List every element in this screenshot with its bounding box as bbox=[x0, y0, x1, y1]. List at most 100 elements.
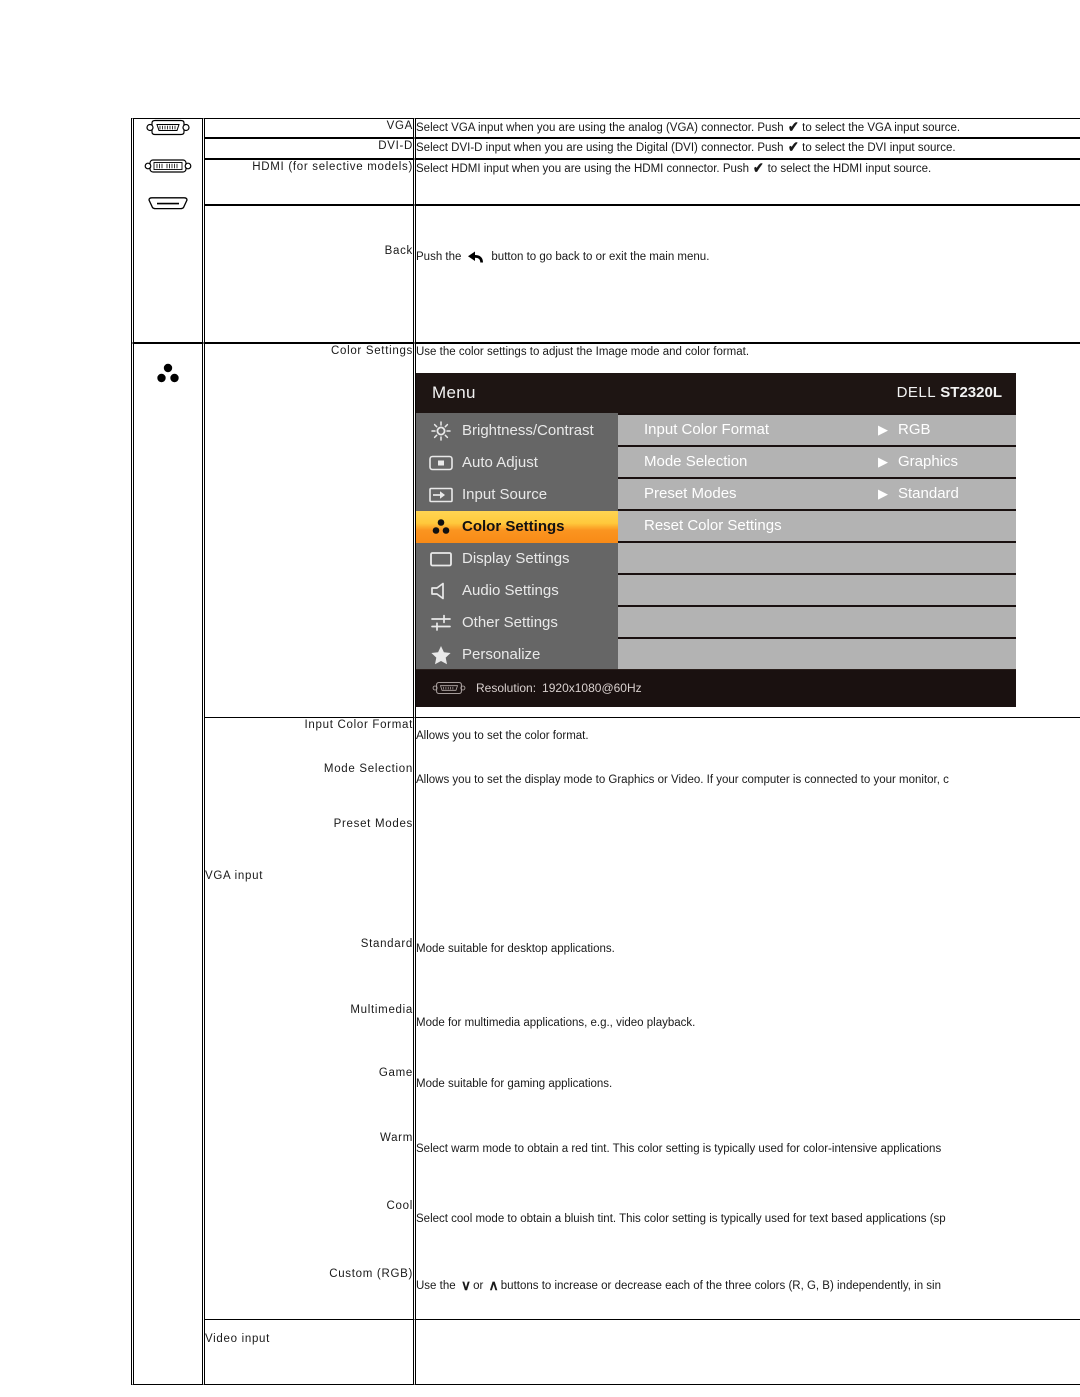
row-desc-vga: Select VGA input when you are using the … bbox=[416, 118, 1080, 139]
desc-text: buttons to increase or decrease each of … bbox=[500, 1279, 942, 1292]
osd-submenu-row-input-color-format[interactable]: Input Color Format ▶ RGB bbox=[618, 414, 1016, 445]
audio-settings-icon bbox=[428, 580, 454, 602]
row-label-back: Back bbox=[205, 204, 416, 343]
chevron-right-icon: ▶ bbox=[878, 486, 888, 501]
row-desc-hdmi: Select HDMI input when you are using the… bbox=[416, 158, 1080, 205]
osd-submenu-label: Preset Modes bbox=[644, 484, 737, 502]
osd-screenshot: Menu DELL ST2320L Brightness/Contrast Au… bbox=[416, 372, 1016, 707]
table-row: HDMI (for selective models) Select HDMI … bbox=[131, 158, 1080, 205]
table-row: DVI-D Select DVI-D input when you are us… bbox=[131, 138, 1080, 159]
hdmi-connector-icon bbox=[148, 197, 188, 210]
vga-connector-icon bbox=[146, 119, 190, 136]
osd-nav-list: Brightness/Contrast Auto Adjust Input So… bbox=[416, 412, 618, 671]
row-label-preset-modes: Preset Modes bbox=[205, 816, 416, 869]
row-label-input-color-format: Input Color Format bbox=[205, 717, 416, 762]
row-label-video-input: Video input bbox=[205, 1318, 416, 1385]
osd-model-label: DELL ST2320L bbox=[897, 382, 1002, 405]
osd-submenu-label: Input Color Format bbox=[644, 420, 770, 438]
desc-text: to select the HDMI input source. bbox=[767, 162, 932, 175]
osd-submenu-row-empty bbox=[618, 638, 1016, 669]
table-row: Cool Select cool mode to obtain a bluish… bbox=[131, 1186, 1080, 1255]
chevron-up-icon: ∧ bbox=[488, 1276, 499, 1293]
row-label-hdmi: HDMI (for selective models) bbox=[205, 158, 416, 205]
check-icon: ✔ bbox=[787, 119, 799, 136]
chevron-right-icon: ▶ bbox=[878, 422, 888, 437]
row-desc-standard: Mode suitable for desktop applications. bbox=[416, 922, 1080, 991]
osd-nav-label: Other Settings bbox=[462, 613, 558, 631]
osd-nav-item-personalize[interactable]: Personalize bbox=[416, 639, 618, 671]
osd-submenu-row-mode-selection[interactable]: Mode Selection ▶ Graphics bbox=[618, 446, 1016, 477]
osd-menu-title: Menu bbox=[432, 383, 476, 402]
table-row: Color Settings Use the color settings to… bbox=[131, 342, 1080, 1385]
table-row: Mode Selection Allows you to set the dis… bbox=[131, 761, 1080, 817]
row-desc-input-color-format: Allows you to set the color format. bbox=[416, 717, 1080, 762]
osd-submenu-row-empty bbox=[618, 574, 1016, 605]
osd-nav-item-auto-adjust[interactable]: Auto Adjust bbox=[416, 447, 618, 479]
osd-title-bar: Menu DELL ST2320L bbox=[416, 372, 1016, 413]
desc-text: Push the bbox=[416, 250, 462, 263]
table-row: VGA input bbox=[131, 868, 1080, 923]
table-row: Video input bbox=[131, 1318, 1080, 1385]
connector-icon-cell bbox=[131, 118, 205, 343]
desc-text: to select the VGA input source. bbox=[802, 122, 961, 134]
osd-nav-label: Auto Adjust bbox=[462, 453, 538, 471]
desc-text: or bbox=[473, 1279, 484, 1292]
display-settings-icon bbox=[428, 548, 454, 570]
row-desc-dvid: Select DVI-D input when you are using th… bbox=[416, 138, 1080, 159]
row-desc-vga-input bbox=[416, 868, 1080, 923]
osd-reference-table: VGA Select VGA input when you are using … bbox=[131, 118, 1080, 1385]
page-clip: VGA Select VGA input when you are using … bbox=[0, 0, 1080, 1397]
table-row: Game Mode suitable for gaming applicatio… bbox=[131, 1053, 1080, 1119]
row-desc-custom-rgb: Use the ∨ or ∧ buttons to increase or decr… bbox=[416, 1254, 1080, 1319]
other-settings-icon bbox=[428, 612, 454, 634]
osd-submenu-value: Standard bbox=[898, 484, 959, 502]
table-row: VGA Select VGA input when you are using … bbox=[131, 118, 1080, 343]
osd-submenu-row-empty bbox=[618, 606, 1016, 637]
table-row: Preset Modes bbox=[131, 816, 1080, 869]
osd-resolution-value: 1920x1080@60Hz bbox=[542, 681, 642, 696]
osd-submenu-list: Input Color Format ▶ RGB Mode Selection … bbox=[618, 412, 1016, 669]
table-row: Back Push the button to go back to or ex… bbox=[131, 204, 1080, 343]
osd-nav-label: Personalize bbox=[462, 645, 541, 663]
back-arrow-glyph bbox=[468, 251, 484, 262]
osd-nav-item-input-source[interactable]: Input Source bbox=[416, 479, 618, 511]
row-label-custom-rgb: Custom (RGB) bbox=[205, 1254, 416, 1319]
osd-submenu-label: Mode Selection bbox=[644, 452, 748, 470]
osd-nav-item-other-settings[interactable]: Other Settings bbox=[416, 607, 618, 639]
osd-resolution-label: Resolution: bbox=[476, 681, 537, 696]
osd-nav-item-audio-settings[interactable]: Audio Settings bbox=[416, 575, 618, 607]
desc-text: Select VGA input when you are using the … bbox=[416, 122, 784, 134]
osd-nav-item-brightness-contrast[interactable]: Brightness/Contrast bbox=[416, 415, 618, 447]
osd-body: Brightness/Contrast Auto Adjust Input So… bbox=[416, 412, 1016, 671]
osd-submenu-label: Reset Color Settings bbox=[644, 516, 782, 534]
color-settings-icon bbox=[428, 516, 454, 538]
osd-submenu-row-reset-color-settings[interactable]: Reset Color Settings bbox=[618, 510, 1016, 541]
row-label-vga-input: VGA input bbox=[205, 868, 416, 923]
table-row: Warm Select warm mode to obtain a red ti… bbox=[131, 1118, 1080, 1187]
row-desc-back: Push the button to go back to or exit th… bbox=[416, 204, 1080, 343]
row-label-game: Game bbox=[205, 1053, 416, 1119]
desc-text: Use the bbox=[416, 1279, 456, 1292]
color-settings-icon-cell bbox=[131, 342, 205, 1385]
row-desc-warm: Select warm mode to obtain a red tint. T… bbox=[416, 1118, 1080, 1187]
brightness-icon bbox=[428, 420, 454, 442]
row-desc-color-settings: Use the color settings to adjust the Ima… bbox=[416, 342, 1080, 718]
row-desc-mode-selection: Allows you to set the display mode to Gr… bbox=[416, 761, 1080, 817]
osd-nav-item-color-settings[interactable]: Color Settings bbox=[416, 510, 618, 543]
row-desc-game: Mode suitable for gaming applications. bbox=[416, 1053, 1080, 1119]
osd-model: ST2320L bbox=[940, 383, 1002, 401]
osd-submenu-row-empty bbox=[618, 542, 1016, 573]
osd-submenu-value: Graphics bbox=[898, 452, 959, 470]
personalize-icon bbox=[428, 644, 454, 666]
row-label-cool: Cool bbox=[205, 1186, 416, 1255]
osd-nav-item-display-settings[interactable]: Display Settings bbox=[416, 543, 618, 575]
table-row: Multimedia Mode for multimedia applicati… bbox=[131, 990, 1080, 1054]
desc-text: Use the color settings to adjust the Ima… bbox=[416, 345, 750, 358]
osd-nav-label: Display Settings bbox=[462, 549, 570, 567]
osd-nav-label: Audio Settings bbox=[462, 581, 559, 599]
check-icon: ✔ bbox=[787, 139, 799, 157]
osd-brand: DELL bbox=[896, 383, 937, 401]
desc-text: Select HDMI input when you are using the… bbox=[416, 162, 750, 175]
row-desc-video-input bbox=[416, 1318, 1080, 1385]
osd-submenu-row-preset-modes[interactable]: Preset Modes ▶ Standard bbox=[618, 478, 1016, 509]
